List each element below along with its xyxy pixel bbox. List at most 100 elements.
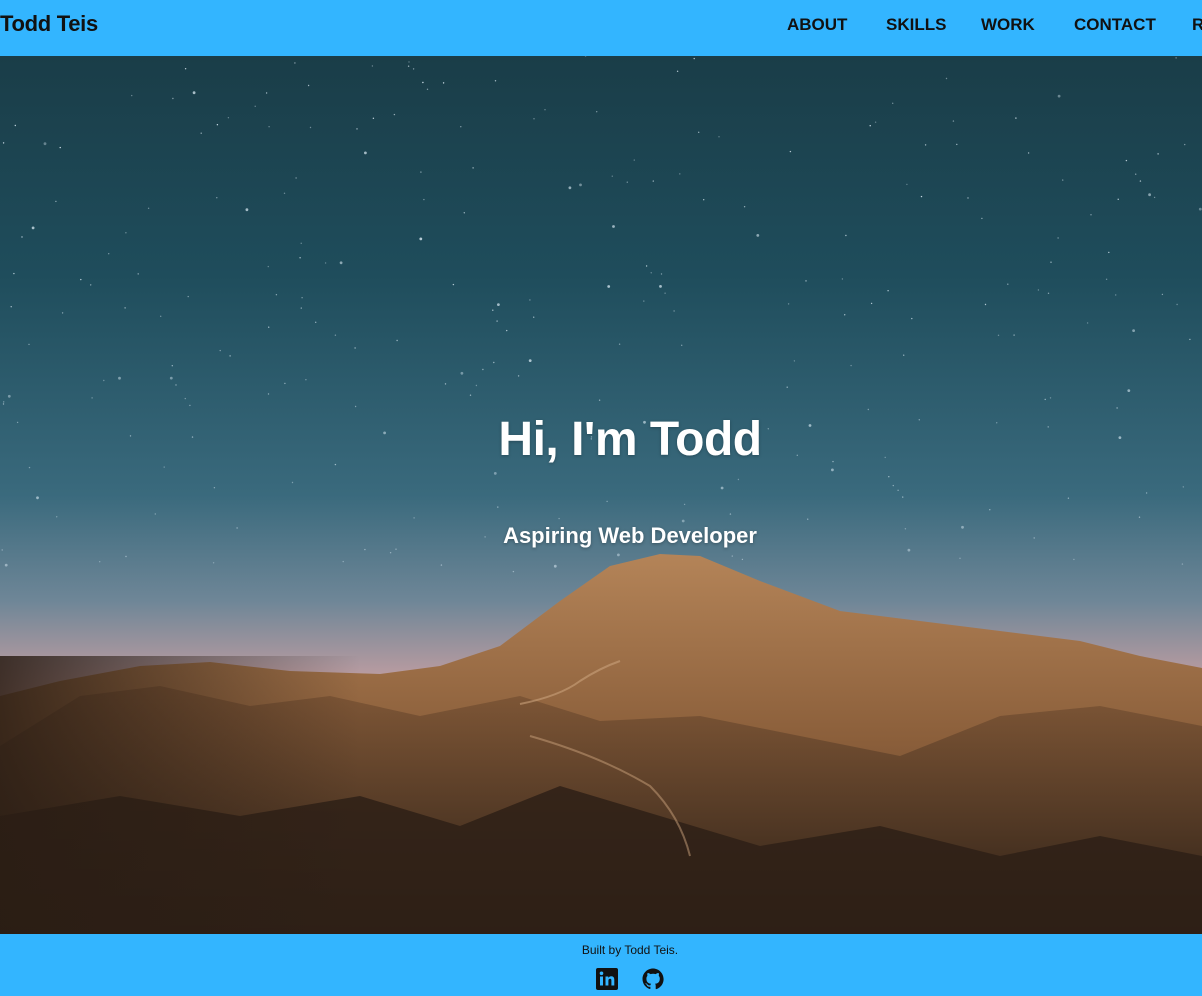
star — [294, 62, 296, 64]
star — [544, 109, 546, 111]
star — [356, 128, 358, 130]
star — [472, 167, 474, 169]
star — [90, 284, 92, 286]
star — [617, 553, 620, 557]
star — [650, 272, 652, 274]
star — [1, 549, 3, 551]
star — [1007, 283, 1009, 285]
star — [371, 65, 374, 67]
star — [845, 234, 847, 237]
star — [1090, 214, 1092, 216]
star — [718, 136, 720, 138]
star — [1135, 173, 1137, 175]
star — [731, 555, 733, 557]
star — [1117, 198, 1119, 200]
star — [460, 126, 462, 128]
star — [407, 65, 410, 67]
star — [300, 307, 302, 309]
star — [469, 394, 472, 396]
star — [169, 376, 173, 380]
star — [807, 518, 809, 520]
star — [216, 124, 219, 126]
star — [422, 81, 424, 84]
star — [892, 102, 894, 104]
github-icon[interactable] — [641, 967, 665, 991]
star — [512, 570, 515, 573]
nav-about[interactable]: ABOUT — [787, 15, 847, 35]
star — [309, 126, 312, 129]
star — [874, 121, 877, 123]
star — [967, 197, 969, 199]
star — [275, 294, 278, 296]
star — [300, 242, 302, 244]
star — [284, 382, 286, 385]
star — [200, 132, 202, 134]
star — [997, 334, 1000, 336]
star — [907, 548, 911, 552]
star — [442, 82, 445, 84]
nav-resume[interactable]: R — [1192, 15, 1202, 35]
star — [956, 143, 958, 146]
star — [660, 273, 663, 275]
star — [36, 496, 39, 500]
star — [1139, 180, 1142, 182]
star — [419, 237, 423, 241]
star — [295, 177, 297, 179]
star — [413, 517, 415, 519]
star — [1108, 251, 1110, 254]
star — [131, 94, 133, 97]
star — [598, 399, 601, 401]
star — [897, 489, 899, 491]
star — [118, 376, 121, 380]
star — [2, 403, 5, 405]
star — [494, 80, 497, 82]
star — [91, 397, 93, 399]
star — [1044, 398, 1046, 401]
star — [364, 151, 367, 155]
star — [1181, 563, 1184, 565]
star — [888, 476, 890, 478]
star — [160, 315, 162, 317]
star — [463, 212, 465, 214]
nav-skills[interactable]: SKILLS — [886, 15, 946, 35]
star — [529, 299, 531, 301]
star — [1067, 497, 1070, 499]
star — [1105, 278, 1108, 280]
star — [28, 343, 30, 346]
star — [189, 404, 191, 407]
star — [4, 563, 8, 567]
star — [1050, 261, 1052, 263]
star — [633, 159, 635, 161]
star — [254, 105, 256, 107]
star — [579, 183, 582, 187]
star — [283, 192, 286, 194]
star — [171, 365, 173, 367]
star — [737, 478, 740, 481]
star — [184, 68, 187, 70]
star — [1145, 492, 1148, 494]
linkedin-icon[interactable] — [595, 967, 619, 991]
star — [850, 364, 852, 367]
star — [1184, 143, 1186, 146]
nav-work[interactable]: WORK — [981, 15, 1035, 35]
brand-logo[interactable]: Todd Teis — [0, 11, 98, 37]
star — [265, 92, 268, 94]
star — [342, 560, 344, 563]
star — [887, 290, 889, 292]
star — [493, 361, 495, 364]
star — [596, 111, 598, 113]
star — [729, 513, 732, 515]
star — [1013, 334, 1015, 336]
star — [184, 397, 186, 400]
star — [693, 57, 695, 60]
star — [299, 257, 301, 259]
star — [28, 466, 31, 469]
star — [1132, 329, 1135, 332]
star — [1086, 322, 1089, 324]
star — [793, 360, 796, 362]
star — [1049, 397, 1052, 399]
star — [1115, 294, 1117, 296]
star — [1116, 407, 1118, 409]
star — [334, 334, 337, 336]
nav-contact[interactable]: CONTACT — [1074, 15, 1156, 35]
